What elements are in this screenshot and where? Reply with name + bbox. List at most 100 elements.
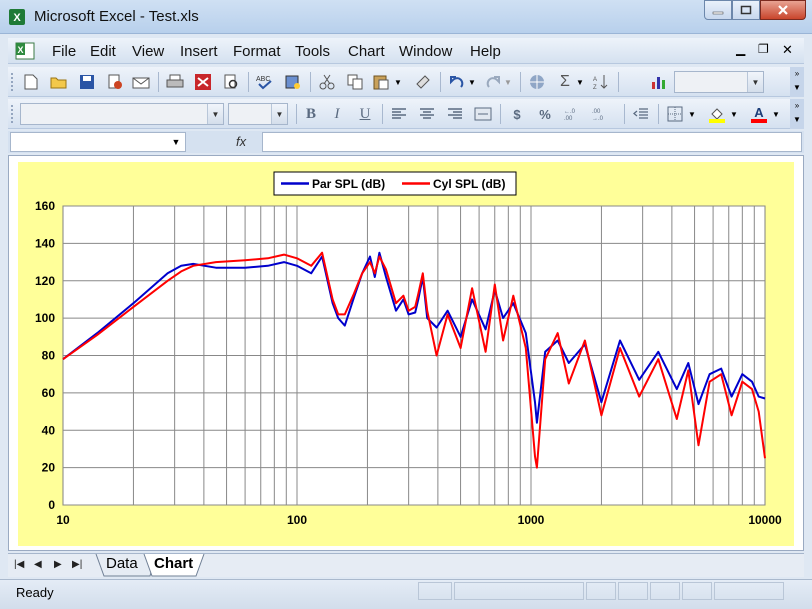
redo-dropdown-icon[interactable]: ▼ xyxy=(502,71,514,93)
email-icon[interactable] xyxy=(130,71,152,93)
chart-sheet[interactable]: 0 20 40 60 80 100 120 140 160 10 100 1000 10000 Par… xyxy=(8,155,804,551)
window-title: Microsoft Excel - Test.xls xyxy=(34,8,199,25)
font-size-dropdown-icon[interactable]: ▼ xyxy=(271,104,287,124)
y-tick-label: 120 xyxy=(35,274,55,288)
paste-dropdown-icon[interactable]: ▼ xyxy=(392,71,404,93)
align-left-icon[interactable] xyxy=(388,103,410,125)
zoom-combo[interactable]: ▼ xyxy=(674,71,764,93)
title-bar: X Microsoft Excel - Test.xls xyxy=(0,0,812,34)
doc-restore-icon[interactable]: ❐ xyxy=(758,42,769,56)
menu-format[interactable]: Format xyxy=(233,43,281,60)
format-painter-icon[interactable] xyxy=(412,71,434,93)
status-panel xyxy=(586,582,616,600)
currency-icon[interactable]: $ xyxy=(506,103,528,125)
undo-icon[interactable] xyxy=(446,71,468,93)
formatting-toolbar: ▼ ▼ B I U $ % ←.0.00 .00 →.0 ▼ ▼ A ▼ » ▼ xyxy=(8,99,804,129)
font-name-combo[interactable]: ▼ xyxy=(20,103,224,125)
align-right-icon[interactable] xyxy=(444,103,466,125)
toolbar-separator xyxy=(158,72,159,92)
percent-icon[interactable]: % xyxy=(534,103,556,125)
minimize-button[interactable] xyxy=(704,0,732,20)
legend-label-par: Par SPL (dB) xyxy=(312,177,385,191)
menu-window[interactable]: Window xyxy=(399,43,452,60)
toolbar-separator xyxy=(296,104,297,124)
maximize-button[interactable] xyxy=(732,0,760,20)
minimize-icon xyxy=(712,11,724,15)
decrease-decimal-icon[interactable]: .00 →.0 xyxy=(590,103,612,125)
autosum-dropdown-icon[interactable]: ▼ xyxy=(574,71,586,93)
next-sheet-icon[interactable]: ▶ xyxy=(54,559,62,570)
toolbar-separator xyxy=(440,72,441,92)
toolbar-separator xyxy=(658,104,659,124)
new-icon[interactable] xyxy=(20,71,42,93)
paste-icon[interactable] xyxy=(370,71,392,93)
toolbar-grip[interactable] xyxy=(10,104,14,124)
svg-text:A: A xyxy=(754,105,764,120)
decrease-indent-icon[interactable] xyxy=(630,103,652,125)
status-panel xyxy=(618,582,648,600)
status-panel xyxy=(418,582,452,600)
merge-center-icon[interactable] xyxy=(472,103,494,125)
menu-tools[interactable]: Tools xyxy=(295,43,330,60)
doc-close-icon[interactable]: ✕ xyxy=(782,42,793,58)
autosum-icon[interactable]: Σ xyxy=(554,71,576,93)
x-tick-label: 10000 xyxy=(748,513,782,527)
research-icon[interactable] xyxy=(220,71,242,93)
status-panel xyxy=(454,582,584,600)
open-icon[interactable] xyxy=(48,71,70,93)
hyperlink-icon[interactable] xyxy=(526,71,548,93)
close-button[interactable] xyxy=(760,0,806,20)
toolbar-options-icon[interactable]: » ▼ xyxy=(790,99,804,129)
font-name-dropdown-icon[interactable]: ▼ xyxy=(207,104,223,124)
menu-view[interactable]: View xyxy=(132,43,164,60)
menu-insert[interactable]: Insert xyxy=(180,43,218,60)
redo-icon[interactable] xyxy=(482,71,504,93)
toolbar-separator xyxy=(500,104,501,124)
increase-decimal-icon[interactable]: ←.0.00 xyxy=(562,103,584,125)
formula-input[interactable] xyxy=(262,132,802,152)
toolbar-grip[interactable] xyxy=(10,72,14,92)
font-size-combo[interactable]: ▼ xyxy=(228,103,288,125)
close-icon xyxy=(778,5,788,15)
chart-wizard-icon[interactable] xyxy=(648,71,670,93)
align-center-icon[interactable] xyxy=(416,103,438,125)
print-icon[interactable] xyxy=(164,71,186,93)
tab-chart[interactable]: Chart xyxy=(142,554,203,576)
name-box[interactable]: ▼ xyxy=(10,132,186,152)
first-sheet-icon[interactable]: |◀ xyxy=(14,559,24,570)
print-preview-icon[interactable] xyxy=(192,71,214,93)
research-book-icon[interactable] xyxy=(282,71,304,93)
italic-icon[interactable]: I xyxy=(326,103,348,125)
borders-icon[interactable] xyxy=(664,103,686,125)
font-color-dropdown-icon[interactable]: ▼ xyxy=(770,103,782,125)
save-icon[interactable] xyxy=(76,71,98,93)
undo-dropdown-icon[interactable]: ▼ xyxy=(466,71,478,93)
toolbar-options-icon[interactable]: » ▼ xyxy=(790,67,804,97)
last-sheet-icon[interactable]: ▶| xyxy=(72,559,82,570)
window-controls xyxy=(704,0,806,22)
sort-ascending-icon[interactable]: AZ xyxy=(590,71,612,93)
underline-icon[interactable]: U xyxy=(354,103,376,125)
permission-icon[interactable] xyxy=(104,71,126,93)
prev-sheet-icon[interactable]: ◀ xyxy=(34,559,42,570)
workbook-icon[interactable]: X xyxy=(14,41,36,61)
menu-chart[interactable]: Chart xyxy=(348,43,385,60)
menu-file[interactable]: File xyxy=(52,43,76,60)
menu-edit[interactable]: Edit xyxy=(90,43,116,60)
tab-data[interactable]: Data xyxy=(94,554,148,576)
spelling-icon[interactable]: ABC xyxy=(254,71,276,93)
borders-dropdown-icon[interactable]: ▼ xyxy=(686,103,698,125)
name-box-dropdown-icon[interactable]: ▼ xyxy=(167,133,185,151)
copy-icon[interactable] xyxy=(344,71,366,93)
spl-chart[interactable]: 0 20 40 60 80 100 120 140 160 10 100 1000 10000 Par… xyxy=(9,156,803,550)
legend[interactable]: Par SPL (dB) Cyl SPL (dB) xyxy=(273,171,517,196)
font-color-icon[interactable]: A xyxy=(748,103,770,125)
doc-minimize-icon[interactable]: ▁ xyxy=(736,42,745,56)
cut-icon[interactable] xyxy=(316,71,338,93)
fx-icon[interactable]: fx xyxy=(236,134,246,149)
bold-icon[interactable]: B xyxy=(300,103,322,125)
menu-help[interactable]: Help xyxy=(470,43,501,60)
fill-color-dropdown-icon[interactable]: ▼ xyxy=(728,103,740,125)
zoom-dropdown-icon[interactable]: ▼ xyxy=(747,72,763,92)
fill-color-icon[interactable] xyxy=(706,103,728,125)
